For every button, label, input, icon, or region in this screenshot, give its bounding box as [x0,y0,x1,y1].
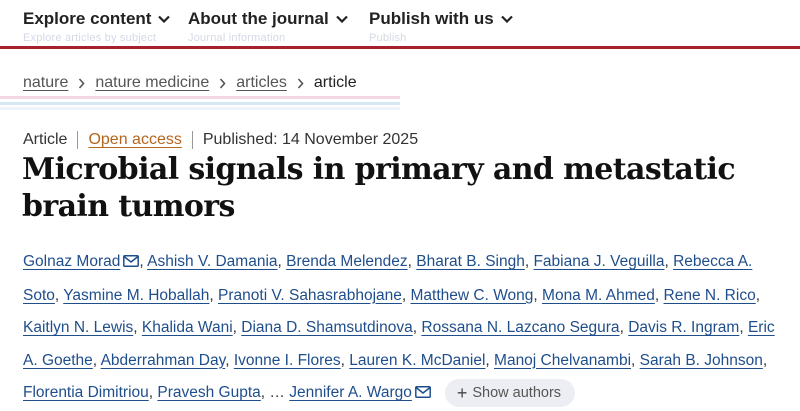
author-link[interactable]: Ivonne I. Flores [234,352,341,369]
chevron-down-icon [158,15,171,23]
nav-publish-with-us[interactable]: Publish with us [369,9,513,29]
author-separator: , [485,351,495,369]
nav-subtext: Publish [369,32,407,44]
author-separator: , [619,319,629,336]
author-separator: , [401,286,411,304]
author-separator: , [340,351,350,369]
author-separator: , [407,253,417,270]
published-date: Published: 14 November 2025 [202,131,419,148]
breadcrumb-link-nature[interactable]: nature [23,74,68,92]
author-link[interactable]: Rene N. Rico [664,287,756,304]
author-link[interactable]: Sarah B. Johnson [640,352,763,369]
author-link[interactable]: Pravesh Gupta [157,384,260,401]
chevron-right-icon [78,77,85,89]
author-link[interactable]: Khalida Wani [142,319,233,336]
author-link[interactable]: Kaitlyn N. Lewis [23,319,133,336]
chevron-down-icon [335,15,348,23]
author-separator: , [739,319,748,336]
breadcrumb-link-articles[interactable]: articles [236,74,287,92]
nav-subtext: Journal information [188,32,286,44]
nav-subtext: Explore articles by subject [23,32,157,44]
nav-about-journal[interactable]: About the journal [188,9,348,29]
author-link[interactable]: Matthew C. Wong [411,287,534,304]
author-link[interactable]: Pranoti V. Sahasrabhojane [218,287,402,304]
article-meta: Article Open access Published: 14 Novemb… [23,131,418,149]
author-separator: , [139,253,148,270]
author-separator: , [654,286,664,304]
author-link[interactable]: Florentia Dimitriou [23,384,149,401]
author-link[interactable]: Yasmine M. Hoballah [63,287,209,304]
chevron-right-icon [297,77,304,89]
breadcrumb-link-nature-medicine[interactable]: nature medicine [95,74,209,92]
author-separator: , [209,286,219,304]
author-separator: , [533,286,543,304]
author-separator: , [225,351,234,369]
author-link[interactable]: Diana D. Shamsutdinova [241,319,412,336]
author-link[interactable]: Fabiana J. Veguilla [533,253,664,270]
author-link[interactable]: Abderrahman Day [101,352,226,369]
breadcrumb-current: article [313,74,357,91]
author-link[interactable]: Jennifer A. Wargo [289,384,412,401]
chevron-right-icon [219,77,226,89]
nav-label: About the journal [188,9,329,28]
mail-icon[interactable] [414,378,431,411]
author-link[interactable]: Ashish V. Damania [147,253,277,270]
author-ellipsis: … [269,384,290,401]
author-separator: , [631,351,640,369]
meta-divider [191,131,193,149]
author-separator: , [133,319,142,336]
author-separator: , [54,286,64,304]
author-link[interactable]: Brenda Melendez [286,253,408,270]
author-list: Golnaz Morad, Ashish V. Damania, Brenda … [23,246,783,411]
breadcrumb: nature nature medicine articles article [23,74,357,92]
author-link[interactable]: Davis R. Ingram [628,319,739,336]
author-link[interactable]: Manoj Chelvanambi [494,352,631,369]
top-navigation: Explore content Explore articles by subj… [0,0,800,49]
nav-label: Explore content [23,9,152,28]
show-authors-button[interactable]: + Show authors [444,378,576,407]
meta-divider [77,131,79,149]
author-link[interactable]: Lauren K. McDaniel [349,352,485,369]
author-separator: , [92,351,101,369]
author-link[interactable]: Bharat B. Singh [416,253,525,270]
decorative-strip [0,96,400,110]
author-separator: , [755,286,761,304]
author-link[interactable]: Golnaz Morad [23,253,120,270]
author-separator: , [664,253,674,270]
plus-icon: + [456,382,468,403]
article-title: Microbial signals in primary and metasta… [22,152,736,224]
author-separator: , [277,253,287,270]
author-link[interactable]: Rossana N. Lazcano Segura [421,319,619,336]
chevron-down-icon [500,15,513,23]
mail-icon[interactable] [123,247,140,280]
author-separator: , [232,319,242,336]
author-separator: , [762,351,768,369]
open-access-link[interactable]: Open access [88,131,181,149]
nav-explore-content[interactable]: Explore content [23,9,171,29]
author-link[interactable]: Mona M. Ahmed [542,287,655,304]
show-authors-label: Show authors [472,384,562,401]
article-type: Article [23,131,68,148]
nav-label: Publish with us [369,9,494,28]
